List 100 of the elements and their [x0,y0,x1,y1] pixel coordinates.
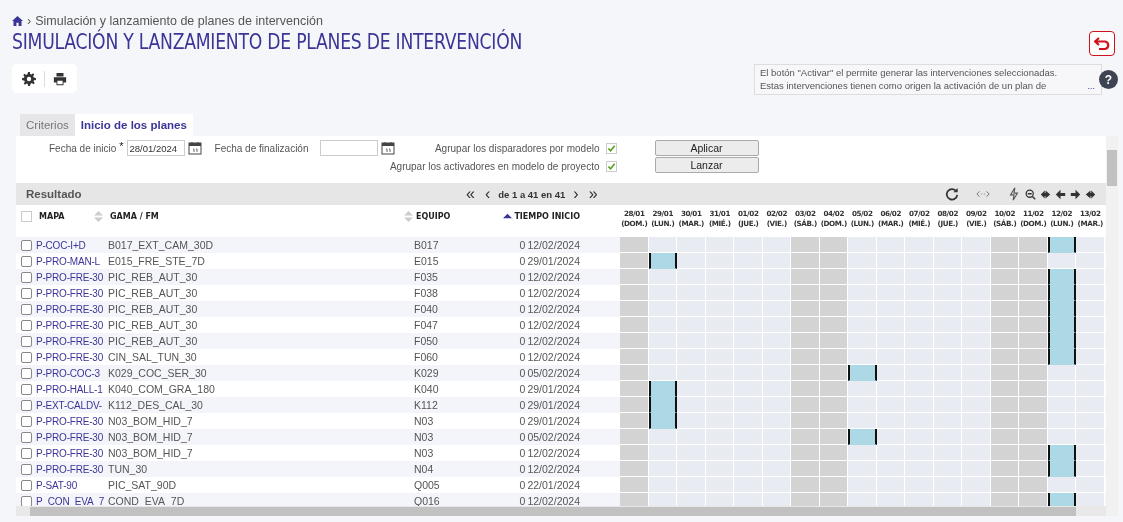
row-checkbox[interactable] [21,351,32,363]
gantt-cell[interactable] [648,381,677,397]
table-cell: F047 [414,319,438,331]
previous-page-button[interactable]: ‹ [484,186,491,202]
column-header[interactable]: TIEMPO INICIO [514,211,580,221]
more-link[interactable]: ... [1087,79,1095,92]
map-link[interactable]: P-EXT-CALDV- [36,399,102,411]
table-cell-text: PIC_REB_AUT_30 [107,319,198,331]
first-page-button[interactable]: « [466,186,475,202]
row-checkbox[interactable] [21,367,32,379]
row-checkbox[interactable] [21,383,32,395]
back-button[interactable] [1089,31,1115,56]
option-label: Agrupar los disparadores por modelo [434,142,600,154]
tab[interactable]: Criterios [20,114,75,136]
end-date-field[interactable] [319,140,378,156]
table-cell: 12/02/2024 [527,239,580,251]
map-link[interactable]: P-COC-I+D [36,239,86,251]
checkbox[interactable] [605,160,617,172]
select-all-checkbox[interactable] [21,210,32,222]
table-cell: F060 [414,351,438,363]
zoom-out-icon[interactable] [1025,188,1036,200]
tab[interactable]: Inicio de los planes [74,114,193,136]
row-checkbox[interactable] [21,463,32,475]
column-header[interactable]: EQUIPO [416,211,451,221]
table-cell-text: K029_COC_SER_30 [107,367,207,379]
map-link[interactable]: P-PRO-FRE-30 [36,319,104,331]
row-checkbox[interactable] [21,431,32,443]
table-cell-text: E015_FRE_STE_7D [107,255,205,267]
row-checkbox[interactable] [21,287,32,299]
gantt-cell[interactable] [648,253,677,269]
breadcrumb-item: Simulación y lanzamiento de planes de intervención [35,14,323,28]
table-cell: 0 [519,447,526,459]
table-cell: K040 [414,383,439,395]
map-link[interactable]: P-PRO-FRE-30 [36,335,104,347]
left-arrow-icon[interactable] [1055,188,1066,200]
help-button[interactable]: ? [1099,70,1118,89]
row-checkbox[interactable] [21,335,32,347]
calendar-icon[interactable] [380,141,395,155]
home-icon[interactable] [12,16,23,26]
gantt-cell[interactable] [1047,237,1076,253]
horizontal-scrollbar[interactable] [16,506,1106,516]
next-page-button[interactable]: › [573,186,579,202]
table-cell: 05/02/2024 [527,367,580,379]
lightning-icon[interactable] [1007,187,1021,201]
table-cell-text: TUN_30 [107,463,148,475]
calendar-icon[interactable] [187,141,202,155]
table-cell: E015 [414,255,439,267]
checkbox[interactable] [605,142,617,154]
right-arrow-icon[interactable] [1070,188,1081,200]
refresh-icon[interactable] [945,187,959,201]
table-cell-text: N03_BOM_HID_7 [107,447,193,459]
gantt-cell[interactable] [1047,349,1076,365]
row-checkbox[interactable] [21,415,32,427]
column-header[interactable]: MAPA [39,211,65,221]
gantt-cell[interactable] [1047,493,1076,506]
map-link[interactable]: P-PRO-FRE-30 [36,447,104,459]
row-checkbox[interactable] [21,255,32,267]
table-cell: 0 [519,303,526,315]
row-checkbox[interactable] [21,447,32,459]
map-link[interactable]: P-PRO-COC-3 [36,367,100,379]
action-button[interactable]: Lanzar [654,157,759,173]
start-date-field[interactable]: 28/01/2024 [126,140,185,156]
table-cell: 0 [519,399,526,411]
table-cell: F038 [414,287,438,299]
option-label: Agrupar los activadores en modelo de proyecto [389,160,600,172]
map-link[interactable]: P-PRO-FRE-30 [36,415,104,427]
gantt-cell[interactable] [648,413,677,429]
row-checkbox[interactable] [21,479,32,491]
map-link[interactable]: P-PRO-HALL-1 [36,383,103,395]
row-checkbox[interactable] [21,399,32,411]
table-cell: 12/02/2024 [527,495,580,506]
vertical-scrollbar[interactable] [1106,136,1118,516]
row-checkbox[interactable] [21,319,32,331]
row-checkbox[interactable] [21,303,32,315]
gantt-cell[interactable] [1047,269,1076,285]
map-link[interactable]: P-PRO-FRE-30 [36,271,104,283]
gantt-cell[interactable] [848,429,877,445]
map-link[interactable]: P-PRO-MAN-L [36,255,100,267]
table-cell: 0 [519,383,526,395]
map-link[interactable]: P-PRO-FRE-30 [36,287,104,299]
map-link[interactable]: P-SAT-90 [36,479,77,491]
table-cell: 22/01/2024 [527,479,580,491]
map-link[interactable]: P-PRO-FRE-30 [36,463,104,475]
settings-icon[interactable] [22,71,36,86]
row-checkbox[interactable] [21,271,32,283]
table-cell: 29/01/2024 [527,415,580,427]
map-link[interactable]: P_CON_EVA_7 [36,495,105,506]
gantt-cell[interactable] [1047,461,1076,477]
row-checkbox[interactable] [21,239,32,251]
table-cell: 0 [519,271,526,283]
table-cell: K029 [414,367,439,379]
last-page-button[interactable]: » [588,186,598,202]
map-link[interactable]: P-PRO-FRE-30 [36,431,104,443]
print-icon[interactable] [53,71,67,86]
action-button[interactable]: Aplicar [654,140,759,156]
gantt-cell[interactable] [848,365,877,381]
column-header[interactable]: GAMA / FM [106,211,159,221]
map-link[interactable]: P-PRO-FRE-30 [36,351,104,363]
map-link[interactable]: P-PRO-FRE-30 [36,303,104,315]
gantt-cell[interactable] [1047,445,1076,461]
